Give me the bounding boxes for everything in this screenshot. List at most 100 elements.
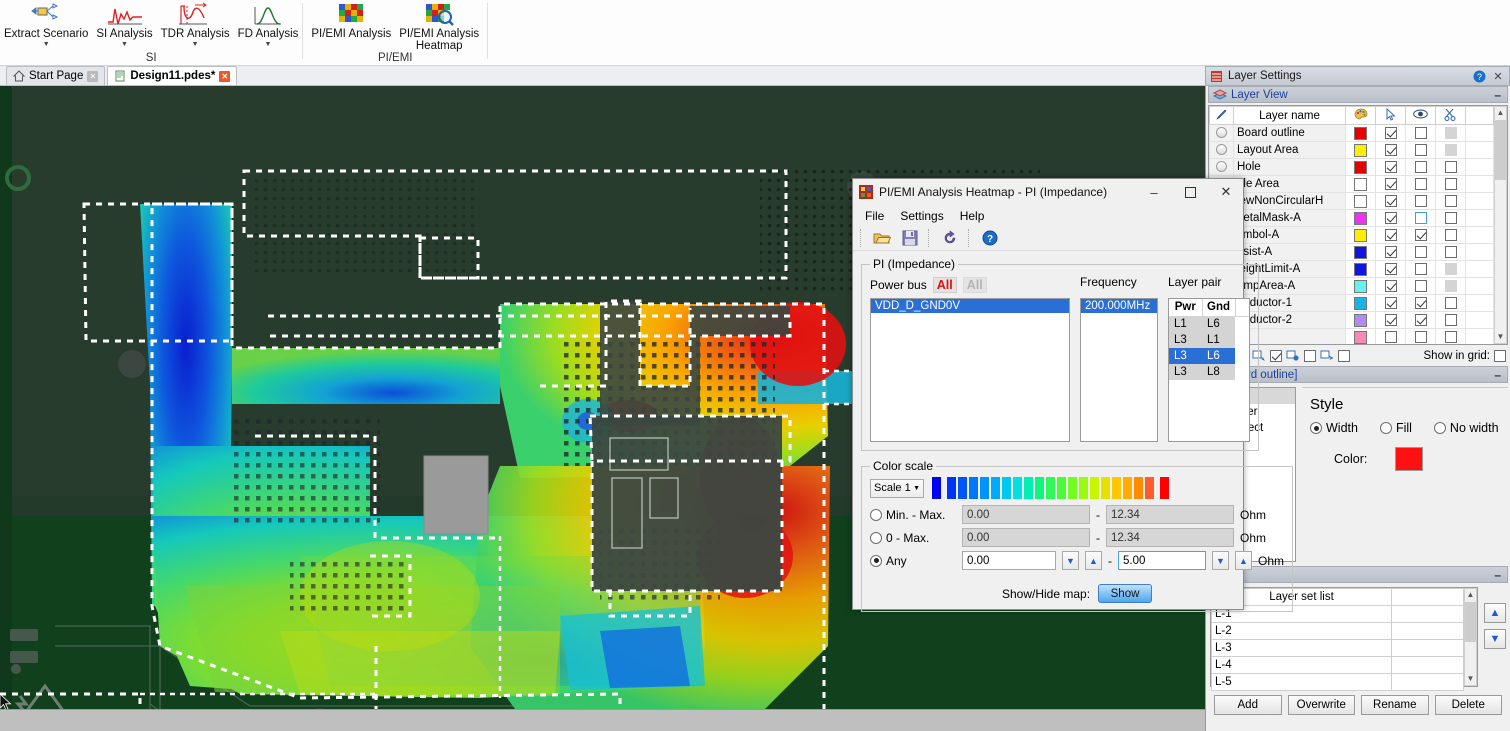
save-icon[interactable] [897,227,923,249]
layer-radio-cell[interactable] [1209,158,1234,176]
color-swatch[interactable] [1354,313,1367,327]
layer-color-cell[interactable] [1345,311,1376,329]
layer-snap-cell[interactable] [1435,175,1466,193]
move-down-button[interactable]: ▼ [1484,629,1506,649]
layer-set-scrollbar[interactable]: ▲ ▼ [1464,588,1477,686]
list-item[interactable]: L-4 [1211,656,1464,674]
color-swatch[interactable] [1354,228,1367,242]
table-row[interactable]: Hole [1209,158,1494,176]
radio-button[interactable] [870,554,882,567]
checkbox[interactable] [1414,262,1427,275]
list-item[interactable]: L-2 [1211,622,1464,640]
checkbox[interactable] [1414,143,1427,156]
close-icon[interactable]: ✕ [1491,69,1505,83]
layer-view-header[interactable]: Layer View – [1208,86,1508,103]
layer-color-cell[interactable] [1345,260,1376,278]
layer-select-cell[interactable] [1375,175,1406,193]
color-swatch[interactable] [1354,177,1367,191]
close-icon[interactable]: ✕ [87,70,99,82]
color-swatch[interactable] [1354,160,1367,174]
layer-visible-cell[interactable] [1405,260,1436,278]
rename-button[interactable]: Rename [1361,695,1429,715]
checkbox[interactable] [1444,194,1457,207]
table-row[interactable]: Layout Area [1209,141,1494,159]
minimize-button[interactable]: – [1139,180,1169,205]
layer-visible-cell[interactable] [1405,226,1436,244]
checkbox[interactable] [1384,313,1397,326]
layer-color-cell[interactable] [1345,226,1376,244]
active-layer-checkbox[interactable] [1269,349,1282,362]
color-swatch[interactable] [1354,279,1367,293]
checkbox[interactable] [1414,126,1427,139]
checkbox[interactable] [1414,194,1427,207]
layer-visible-cell[interactable] [1405,311,1436,329]
minimize-icon[interactable]: – [1494,568,1503,582]
checkbox[interactable] [1384,194,1397,207]
checkbox[interactable] [1414,177,1427,190]
layer-select-cell[interactable] [1375,311,1406,329]
checkbox[interactable] [1444,211,1457,224]
layer-color-cell[interactable] [1345,158,1376,176]
layer-snap-cell[interactable] [1435,158,1466,176]
layer-pair-table[interactable]: Pwr Gnd L1 L6 L3 L1 L3 L6 L3 L8 [1169,299,1249,380]
scroll-thumb[interactable] [1465,602,1476,642]
layer-visible-cell[interactable] [1405,141,1436,159]
radio-button[interactable] [870,508,882,521]
layer-snap-cell[interactable] [1435,192,1466,210]
checkbox[interactable] [1384,245,1397,258]
power-bus-list[interactable]: VDD_D_GND0V [870,298,1070,442]
layer-snap-cell[interactable] [1435,226,1466,244]
table-row[interactable]: L3 L1 [1169,332,1249,348]
layer-table-scrollbar[interactable]: ▲ ▼ [1494,106,1507,344]
range-min-input[interactable]: 0.00 [962,551,1056,570]
ribbon-button-fd-analysis[interactable]: FD Analysis ▼ [234,0,303,48]
checkbox[interactable] [1444,313,1457,326]
layer-snap-cell[interactable] [1435,141,1466,159]
layer-color-cell[interactable] [1345,277,1376,295]
color-swatch[interactable] [1354,330,1367,344]
checkbox[interactable] [1384,228,1397,241]
close-icon[interactable]: ✕ [219,70,231,82]
tab-start-page[interactable]: Start Page ✕ [6,66,106,85]
power-bus-all-inactive-button[interactable]: All [962,277,987,293]
radio-button[interactable] [1216,127,1227,139]
layer-snap-cell[interactable] [1435,311,1466,329]
checkbox[interactable] [1384,126,1397,139]
show-map-button[interactable]: Show [1098,584,1153,603]
checkbox[interactable] [1414,296,1427,309]
radio-button[interactable] [1379,422,1392,434]
checkbox[interactable] [1414,228,1427,241]
toolbar-grip[interactable] [928,228,932,247]
layer-select-cell[interactable] [1375,226,1406,244]
range-mode-option[interactable]: Min. - Max. [870,508,956,522]
scroll-thumb[interactable] [1495,120,1506,180]
checkbox[interactable] [1444,330,1457,343]
pi-emi-heatmap-dialog[interactable]: PI/EMI Analysis Heatmap - PI (Impedance)… [852,178,1294,612]
checkbox[interactable] [1384,143,1397,156]
checkbox[interactable] [1444,245,1457,258]
layer-radio-cell[interactable] [1209,124,1234,142]
layer-snap-cell[interactable] [1435,209,1466,227]
refresh-icon[interactable] [937,227,963,249]
checkbox[interactable] [1444,160,1457,173]
layer-visible-cell[interactable] [1405,192,1436,210]
style-option-width[interactable]: Width [1310,421,1358,435]
layer-color-cell[interactable] [1345,243,1376,261]
checkbox[interactable] [1444,296,1457,309]
tab-design11[interactable]: Design11.pdes* ✕ [107,66,238,85]
table-row[interactable]: ymbol-A [1209,226,1494,244]
layer-snap-cell[interactable] [1435,260,1466,278]
table-row[interactable]: Board outline [1209,124,1494,142]
layer-color-cell[interactable] [1345,175,1376,193]
move-up-button[interactable]: ▲ [1484,603,1506,623]
ribbon-button-pi-emi-analysis[interactable]: PI/EMI Analysis [307,0,395,40]
checkbox[interactable] [1444,177,1457,190]
checkbox[interactable] [1384,160,1397,173]
radio-button[interactable] [870,531,882,544]
layer-color-cell[interactable] [1345,141,1376,159]
checkbox[interactable] [1414,330,1427,343]
color-swatch-button[interactable] [1395,447,1424,471]
layer-visible-cell[interactable] [1405,158,1436,176]
layer-select-cell[interactable] [1375,260,1406,278]
layer-color-cell[interactable] [1345,209,1376,227]
